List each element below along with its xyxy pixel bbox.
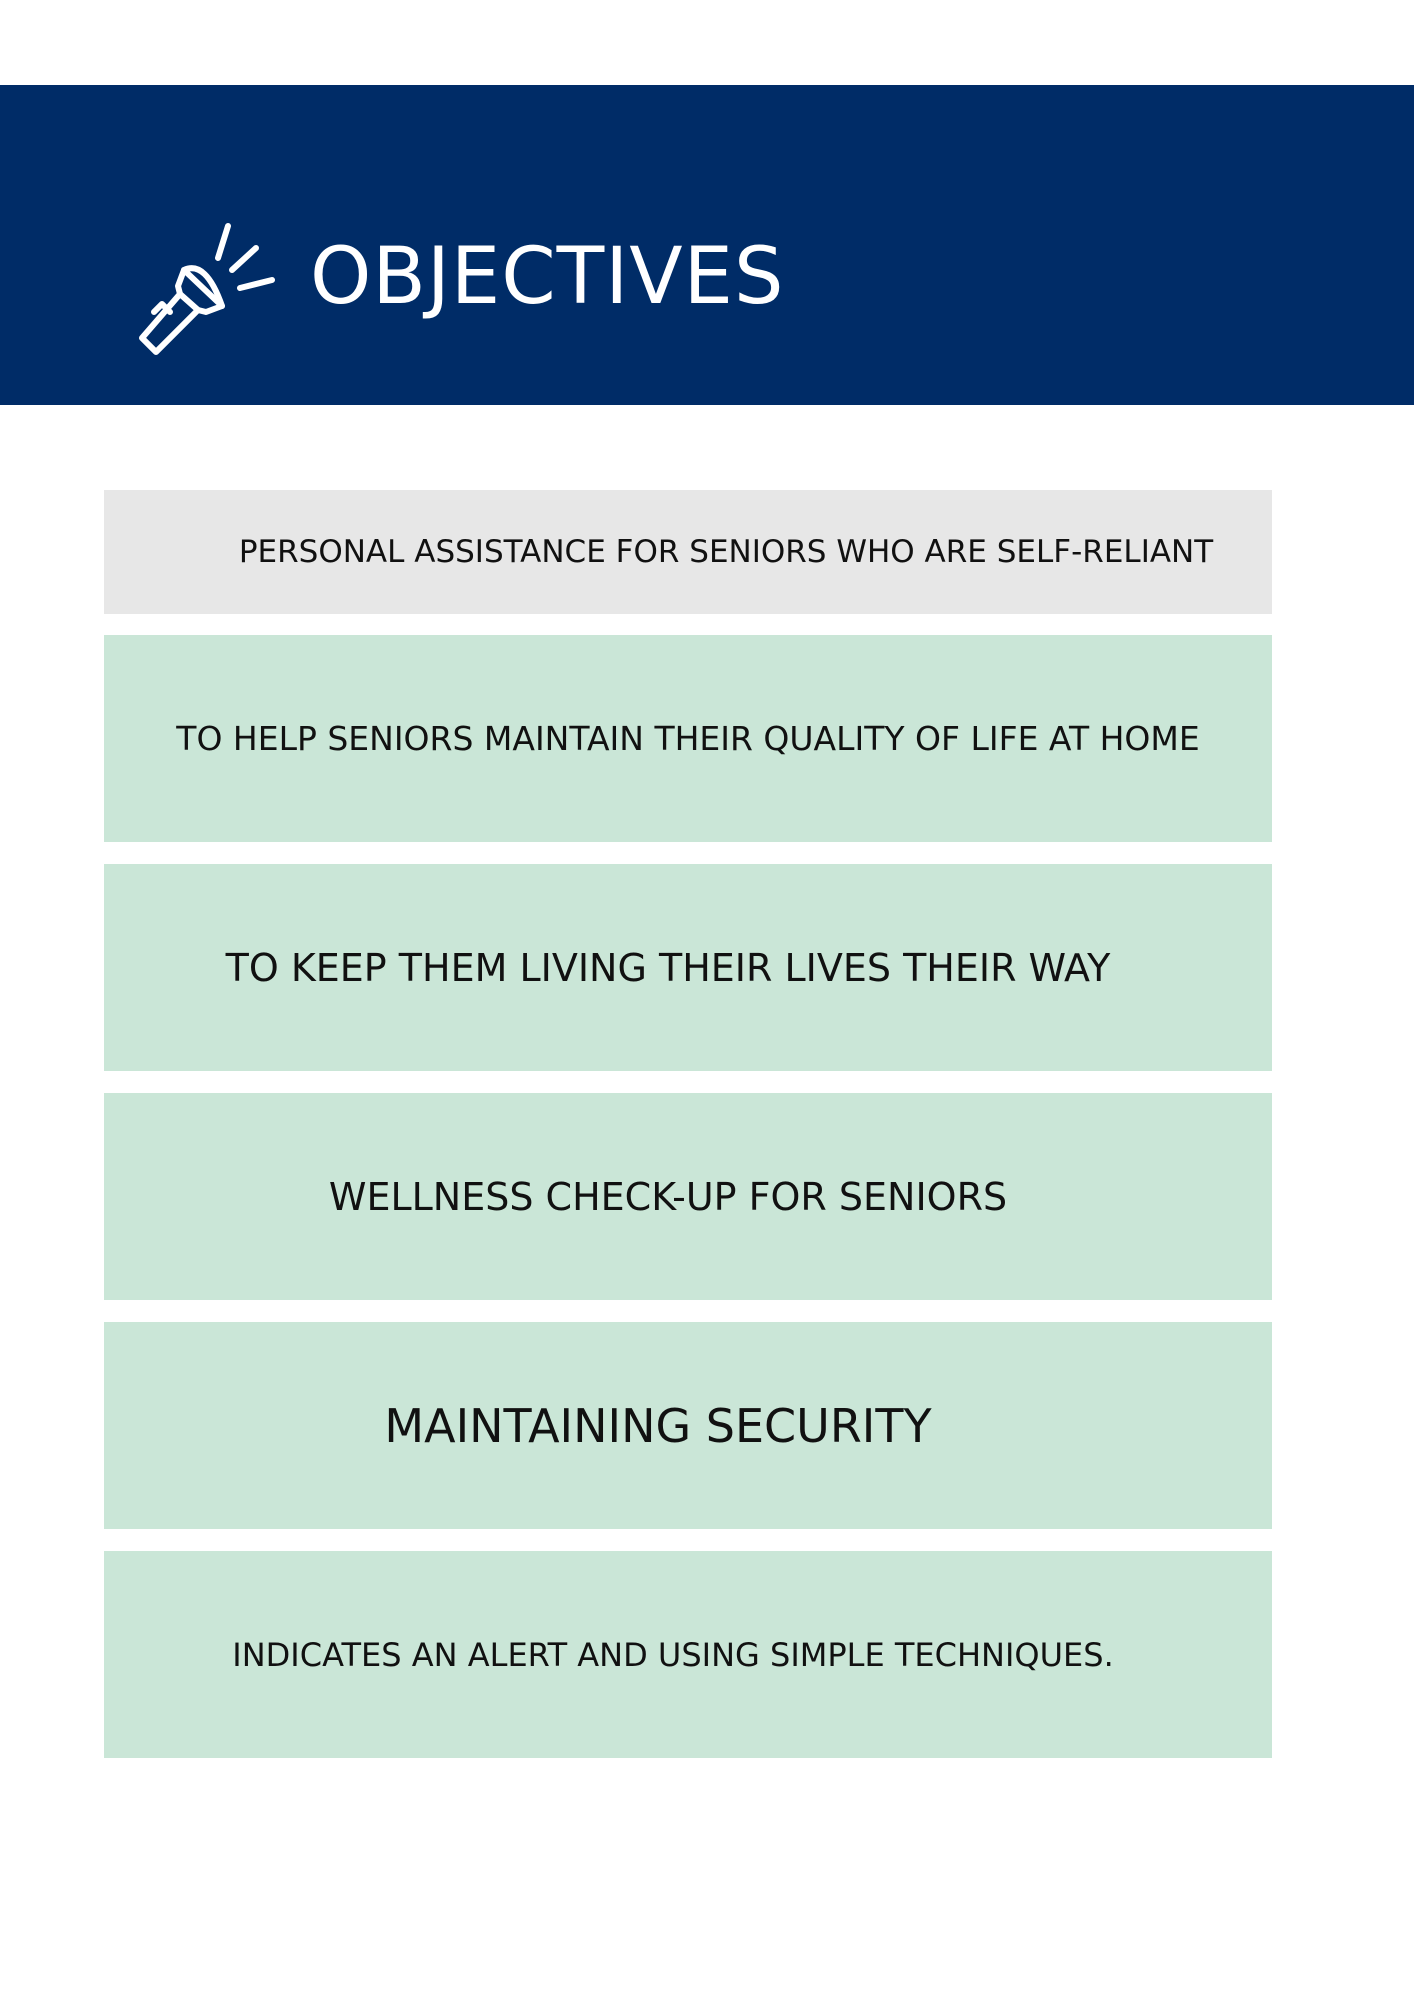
objective-item: TO HELP SENIORS MAINTAIN THEIR QUALITY O… — [104, 635, 1272, 842]
objective-text: INDICATES AN ALERT AND USING SIMPLE TECH… — [232, 1635, 1114, 1674]
objective-item: TO KEEP THEM LIVING THEIR LIVES THEIR WA… — [104, 864, 1272, 1071]
objective-item: PERSONAL ASSISTANCE FOR SENIORS WHO ARE … — [104, 490, 1272, 614]
objective-text: MAINTAINING SECURITY — [384, 1398, 932, 1453]
objective-text: TO HELP SENIORS MAINTAIN THEIR QUALITY O… — [176, 719, 1200, 758]
page-title: OBJECTIVES — [310, 232, 785, 322]
objective-item: INDICATES AN ALERT AND USING SIMPLE TECH… — [104, 1551, 1272, 1758]
objective-item: MAINTAINING SECURITY — [104, 1322, 1272, 1529]
objective-item: WELLNESS CHECK-UP FOR SENIORS — [104, 1093, 1272, 1300]
objective-text: WELLNESS CHECK-UP FOR SENIORS — [328, 1174, 1008, 1219]
objective-text: TO KEEP THEM LIVING THEIR LIVES THEIR WA… — [225, 945, 1111, 990]
objective-text: PERSONAL ASSISTANCE FOR SENIORS WHO ARE … — [238, 534, 1214, 570]
flashlight-icon — [139, 223, 275, 355]
